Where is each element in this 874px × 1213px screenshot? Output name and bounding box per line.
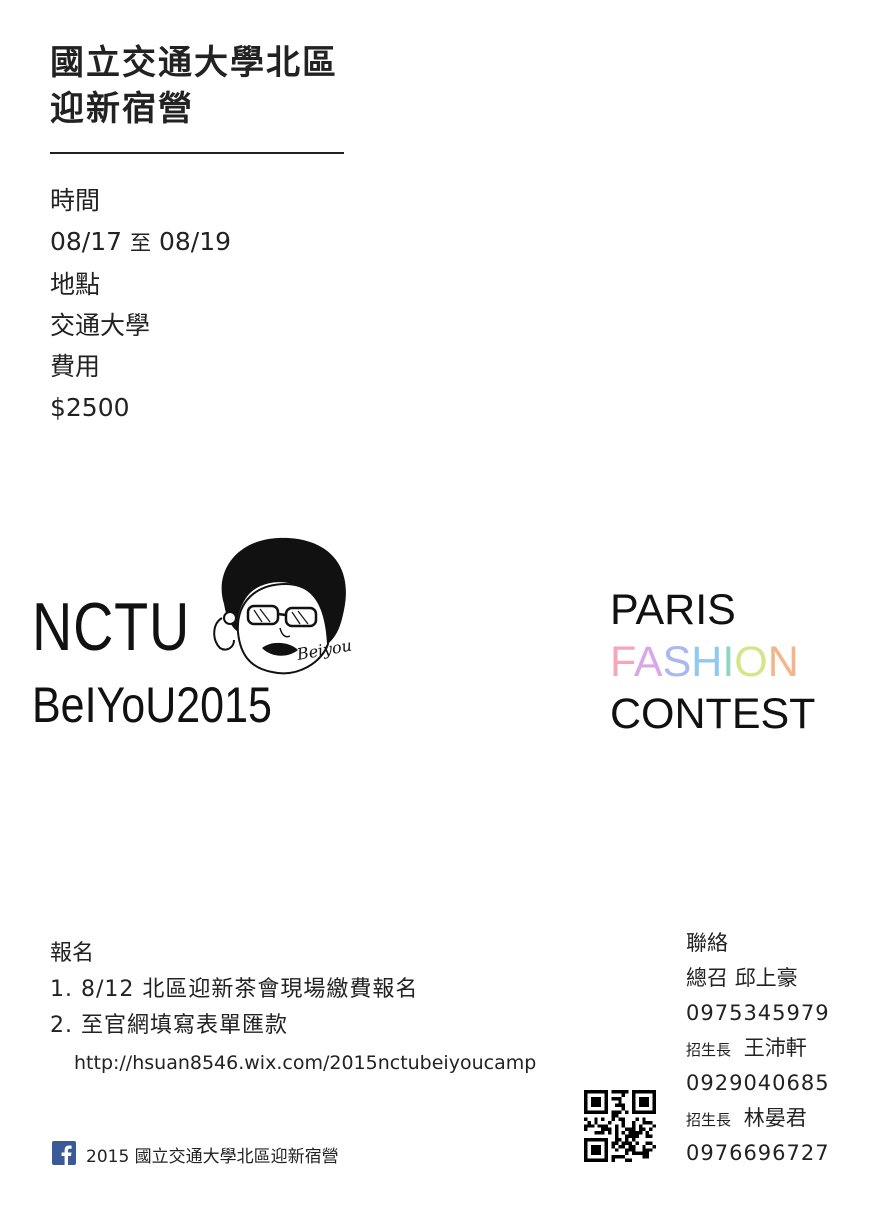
time-start: 08/17: [50, 227, 123, 256]
registration-url-link[interactable]: http://hsuan8546.wix.com/2015nctubeiyouc…: [74, 1052, 536, 1074]
contact-phone-3: 0976696727: [686, 1141, 830, 1165]
facebook-icon[interactable]: [52, 1141, 76, 1165]
registration-item-2: 2. 至官網填寫表單匯款: [50, 1013, 288, 1038]
fashion-letter: S: [662, 638, 692, 686]
theme-line-paris: PARIS: [610, 586, 736, 634]
theme-line-contest: CONTEST: [610, 690, 816, 738]
contact-name: 王沛軒: [743, 1036, 807, 1060]
theme-line-fashion: FASHION: [610, 636, 815, 688]
mascot-face-illustration: Beiyou: [213, 537, 353, 675]
registration-section: 報名 1. 8/12 北區迎新茶會現場繳費報名 2. 至官網填寫表單匯款: [50, 936, 418, 1044]
logo-beiyou-text: BeIYoU2015: [32, 677, 272, 733]
fashion-letter: O: [734, 638, 768, 686]
registration-label: 報名: [50, 941, 95, 966]
time-value: 08/17 至 08/19: [50, 221, 231, 264]
theme-block: PARIS FASHION CONTEST: [610, 584, 815, 740]
title-line-2: 迎新宿營: [50, 89, 194, 129]
event-info: 時間 08/17 至 08/19 地點 交通大學 費用 $2500: [50, 180, 231, 428]
logo-ncut-text: NCTU: [32, 589, 191, 665]
fee-value: $2500: [50, 393, 130, 422]
fee-label: 費用: [50, 352, 101, 381]
contact-role: 總召: [686, 966, 728, 990]
fashion-letter: I: [722, 638, 735, 686]
fashion-letter: A: [633, 638, 663, 686]
fashion-letter: F: [610, 638, 634, 686]
contact-role: 招生長: [686, 1041, 732, 1059]
contact-person-2: 招生長 王沛軒: [686, 1031, 830, 1066]
time-connector: 至: [130, 231, 151, 255]
qr-code[interactable]: [584, 1090, 656, 1162]
contact-section: 聯絡 總召 邱上豪 0975345979 招生長 王沛軒 0929040685 …: [686, 926, 830, 1171]
fashion-letter: H: [691, 638, 723, 686]
registration-item-1: 1. 8/12 北區迎新茶會現場繳費報名: [50, 977, 419, 1002]
contact-role: 招生長: [686, 1111, 732, 1129]
facebook-page-name[interactable]: 2015 國立交通大學北區迎新宿營: [86, 1142, 339, 1167]
contact-person-3: 招生長 林晏君: [686, 1101, 830, 1136]
time-end: 08/19: [158, 227, 231, 256]
contact-phone-1: 0975345979: [686, 1001, 830, 1025]
title-divider: [50, 152, 344, 154]
contact-person-1: 總召 邱上豪: [686, 961, 830, 996]
contact-phone-2: 0929040685: [686, 1071, 830, 1095]
time-label: 時間: [50, 186, 101, 215]
place-label: 地點: [50, 270, 101, 299]
contact-label: 聯絡: [686, 931, 728, 955]
contact-name: 林晏君: [743, 1106, 807, 1130]
place-value: 交通大學: [50, 311, 151, 340]
contact-name: 邱上豪: [734, 966, 798, 990]
fashion-letter: N: [767, 638, 799, 686]
title-line-1: 國立交通大學北區: [50, 43, 338, 83]
page-title: 國立交通大學北區 迎新宿營: [50, 40, 338, 132]
